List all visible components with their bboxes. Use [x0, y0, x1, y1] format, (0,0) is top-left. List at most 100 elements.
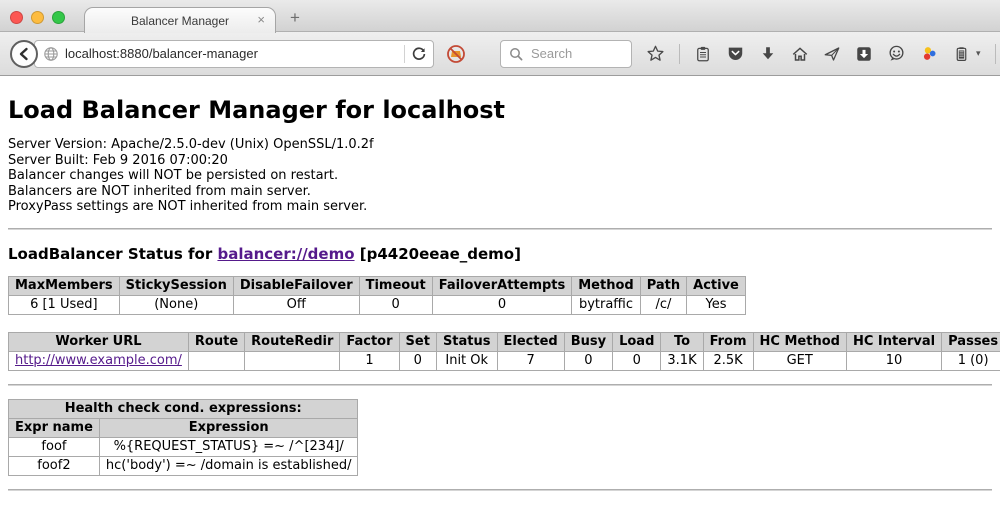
server-version-line: Server Version: Apache/2.5.0-dev (Unix) …	[8, 137, 992, 153]
close-window-button[interactable]	[10, 11, 23, 24]
col-path: Path	[640, 276, 686, 295]
url-text[interactable]: localhost:8880/balancer-manager	[65, 46, 398, 61]
health-check-title: Health check cond. expressions:	[9, 399, 358, 418]
downloads-arrow-icon[interactable]	[759, 45, 777, 63]
col-maxmembers: MaxMembers	[9, 276, 120, 295]
content-blocker-icon[interactable]	[446, 44, 466, 64]
worker-url-link[interactable]: http://www.example.com/	[15, 353, 182, 368]
col-failoverattempts: FailoverAttempts	[432, 276, 572, 295]
tab-close-icon[interactable]: ×	[257, 12, 265, 28]
health-check-row: foof2 hc('body') =~ /domain is establish…	[9, 456, 358, 475]
persist-notice-line: Balancer changes will NOT be persisted o…	[8, 168, 992, 184]
toolbar-icons: ▾	[646, 44, 1000, 64]
search-input[interactable]	[529, 45, 619, 62]
zoom-window-button[interactable]	[52, 11, 65, 24]
bookmark-star-icon[interactable]	[646, 44, 665, 63]
tab-title: Balancer Manager	[131, 14, 229, 28]
proxypass-notice-line: ProxyPass settings are NOT inherited fro…	[8, 199, 992, 215]
cell-timeout: 0	[359, 295, 432, 314]
search-bar[interactable]	[500, 40, 632, 68]
balancer-link[interactable]: balancer://demo	[217, 245, 354, 263]
cell-worker-url: http://www.example.com/	[9, 351, 189, 370]
heading-prefix: LoadBalancer Status for	[8, 245, 217, 263]
col-disablefailover: DisableFailover	[233, 276, 359, 295]
home-icon[interactable]	[791, 45, 809, 63]
cell-failoverattempts: 0	[432, 295, 572, 314]
col-expression: Expression	[99, 418, 358, 437]
balancer-table-data-row: 6 [1 Used] (None) Off 0 0 bytraffic /c/ …	[9, 295, 746, 314]
pocket-icon[interactable]	[726, 44, 745, 63]
feedback-smiley-icon[interactable]	[887, 44, 906, 63]
health-check-header-row: Expr name Expression	[9, 418, 358, 437]
worker-table: Worker URL Route RouteRedir Factor Set S…	[8, 332, 1000, 371]
toolbar-divider-2	[995, 44, 996, 64]
cell-disablefailover: Off	[233, 295, 359, 314]
server-built-line: Server Built: Feb 9 2016 07:00:20	[8, 153, 992, 169]
health-check-title-row: Health check cond. expressions:	[9, 399, 358, 418]
heading-suffix: [p4420eeae_demo]	[355, 245, 521, 263]
cell-hc-method: GET	[753, 351, 846, 370]
page-title: Load Balancer Manager for localhost	[8, 96, 992, 124]
worker-table-header-row: Worker URL Route RouteRedir Factor Set S…	[9, 332, 1000, 351]
balancer-table-header-row: MaxMembers StickySession DisableFailover…	[9, 276, 746, 295]
col-elected: Elected	[497, 332, 564, 351]
col-status: Status	[436, 332, 497, 351]
cell-factor: 1	[340, 351, 399, 370]
cell-hc-interval: 10	[846, 351, 941, 370]
col-set: Set	[399, 332, 436, 351]
cell-to: 3.1K	[661, 351, 703, 370]
health-check-table: Health check cond. expressions: Expr nam…	[8, 399, 358, 476]
back-button[interactable]	[10, 40, 38, 68]
cell-expression: hc('body') =~ /domain is established/	[99, 456, 358, 475]
divider	[8, 489, 992, 491]
col-active: Active	[687, 276, 746, 295]
page-content: Load Balancer Manager for localhost Serv…	[0, 96, 1000, 511]
colored-dots-addon-icon[interactable]	[920, 44, 939, 63]
reload-icon[interactable]	[411, 46, 427, 62]
cell-path: /c/	[640, 295, 686, 314]
cell-elected: 7	[497, 351, 564, 370]
send-plane-icon[interactable]	[823, 45, 841, 63]
minimize-window-button[interactable]	[31, 11, 44, 24]
col-timeout: Timeout	[359, 276, 432, 295]
cell-method: bytraffic	[572, 295, 640, 314]
bookmarks-clipboard-icon[interactable]	[694, 45, 712, 63]
cell-active: Yes	[687, 295, 746, 314]
browser-tab[interactable]: Balancer Manager ×	[84, 7, 276, 33]
toolbar-divider	[679, 44, 680, 64]
col-load: Load	[613, 332, 661, 351]
cell-maxmembers: 6 [1 Used]	[9, 295, 120, 314]
url-bar[interactable]: localhost:8880/balancer-manager	[34, 40, 434, 68]
titlebar: Balancer Manager × +	[0, 0, 1000, 32]
cell-passes: 1 (0)	[942, 351, 1000, 370]
balancer-table: MaxMembers StickySession DisableFailover…	[8, 276, 746, 315]
search-icon	[509, 47, 523, 61]
col-to: To	[661, 332, 703, 351]
divider	[8, 228, 992, 230]
col-expr-name: Expr name	[9, 418, 100, 437]
inherit-notice-line: Balancers are NOT inherited from main se…	[8, 184, 992, 200]
downloader-box-icon[interactable]	[855, 45, 873, 63]
col-method: Method	[572, 276, 640, 295]
col-from: From	[703, 332, 753, 351]
overflow-caret-icon[interactable]: ▾	[976, 48, 981, 59]
balancer-status-heading: LoadBalancer Status for balancer://demo …	[8, 245, 992, 263]
cell-stickysession: (None)	[119, 295, 233, 314]
cell-load: 0	[613, 351, 661, 370]
divider	[8, 384, 992, 386]
cell-expression: %{REQUEST_STATUS} =~ /^[234]/	[99, 437, 358, 456]
new-tab-button[interactable]: +	[290, 8, 300, 28]
col-hc-interval: HC Interval	[846, 332, 941, 351]
col-routeredir: RouteRedir	[245, 332, 340, 351]
col-busy: Busy	[564, 332, 612, 351]
cell-route	[188, 351, 244, 370]
urlbar-divider	[404, 45, 405, 63]
battery-addon-icon[interactable]	[953, 45, 970, 63]
back-arrow-icon	[16, 46, 32, 62]
cell-from: 2.5K	[703, 351, 753, 370]
cell-expr-name: foof2	[9, 456, 100, 475]
col-stickysession: StickySession	[119, 276, 233, 295]
col-hc-method: HC Method	[753, 332, 846, 351]
col-worker-url: Worker URL	[9, 332, 189, 351]
col-route: Route	[188, 332, 244, 351]
